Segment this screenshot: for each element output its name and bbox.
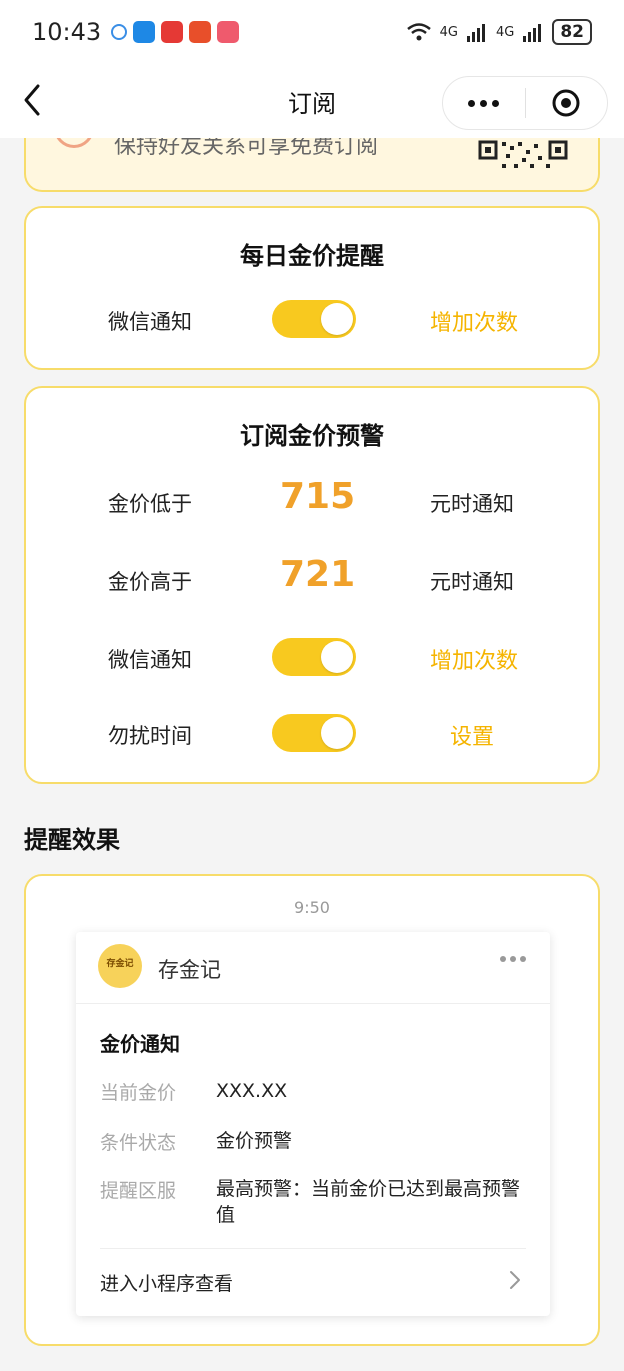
status-right: 4G 4G 82 bbox=[406, 19, 592, 45]
message-row-key: 条件状态 bbox=[100, 1132, 177, 1154]
daily-wechat-toggle[interactable] bbox=[272, 300, 356, 338]
message-time: 9:50 bbox=[294, 898, 330, 917]
message-row-value: 最高预警：当前金价已达到最高预警值 bbox=[216, 1178, 521, 1226]
promo-banner[interactable]: 保持好友关系可享免费订阅 bbox=[24, 138, 600, 192]
network-label-1: 4G bbox=[439, 24, 458, 40]
message-brand: 存金记 bbox=[158, 958, 221, 982]
dot-icon bbox=[468, 99, 476, 107]
toggle-knob bbox=[321, 641, 353, 673]
signal-icon bbox=[466, 24, 485, 42]
message-more-icon[interactable] bbox=[500, 956, 526, 962]
avatar: 存金记 bbox=[98, 944, 142, 988]
signal-icon-2 bbox=[523, 24, 542, 42]
alert-wechat-row: 微信通知 增加次数 bbox=[26, 634, 598, 684]
high-price-suffix: 元时通知 bbox=[430, 570, 514, 594]
daily-increase-button[interactable]: 增加次数 bbox=[430, 305, 518, 337]
daily-reminder-card: 每日金价提醒 微信通知 增加次数 bbox=[24, 206, 600, 370]
high-price-row: 金价高于 721 元时通知 bbox=[26, 554, 598, 606]
close-miniprogram-button[interactable] bbox=[526, 88, 608, 118]
message-row-value: XXX.XX bbox=[216, 1080, 288, 1102]
price-alert-card: 订阅金价预警 金价低于 715 元时通知 金价高于 721 元时通知 微信通知 … bbox=[24, 386, 600, 784]
effect-preview-card: 9:50 存金记 存金记 金价通知 当前金价 XXX.XX 条件状态 金价预警 … bbox=[24, 874, 600, 1346]
alert-increase-button[interactable]: 增加次数 bbox=[430, 643, 518, 675]
dot-icon bbox=[500, 956, 506, 962]
message-row-key: 提醒区服 bbox=[100, 1180, 177, 1202]
app-icon-red bbox=[161, 21, 184, 43]
price-alert-title: 订阅金价预警 bbox=[240, 422, 384, 450]
target-icon bbox=[552, 89, 580, 117]
high-price-value[interactable]: 721 bbox=[280, 554, 355, 595]
open-miniprogram-label: 进入小程序查看 bbox=[100, 1273, 234, 1295]
message-header: 存金记 存金记 bbox=[76, 932, 550, 1004]
nav-bar: 订阅 bbox=[0, 64, 624, 138]
wifi-icon bbox=[406, 23, 431, 41]
avatar-label: 存金记 bbox=[106, 959, 134, 969]
app-icon-blue bbox=[133, 21, 156, 43]
promo-badge-icon bbox=[54, 138, 94, 148]
app-icon-game bbox=[217, 21, 240, 43]
dnd-row: 勿扰时间 设置 bbox=[26, 710, 598, 760]
dnd-settings-button[interactable]: 设置 bbox=[450, 719, 494, 751]
promo-text: 保持好友关系可享免费订阅 bbox=[114, 138, 379, 159]
dnd-toggle[interactable] bbox=[272, 714, 356, 752]
chevron-right-icon bbox=[510, 1271, 520, 1289]
status-bar: 10:43 4G 4G 82 bbox=[0, 0, 624, 64]
qr-code-icon bbox=[478, 140, 568, 168]
dnd-label: 勿扰时间 bbox=[108, 724, 192, 748]
network-label-2: 4G bbox=[495, 24, 515, 40]
toggle-knob bbox=[321, 303, 353, 335]
low-price-label: 金价低于 bbox=[108, 492, 192, 516]
open-miniprogram-link[interactable]: 进入小程序查看 bbox=[100, 1248, 526, 1316]
dot-icon bbox=[510, 956, 516, 962]
dot-icon bbox=[520, 956, 526, 962]
dot-icon bbox=[480, 99, 488, 107]
app-icon-taobao bbox=[189, 21, 212, 43]
low-price-row: 金价低于 715 元时通知 bbox=[26, 476, 598, 528]
daily-wechat-row: 微信通知 增加次数 bbox=[26, 296, 598, 346]
more-options-button[interactable] bbox=[443, 99, 525, 107]
daily-reminder-title: 每日金价提醒 bbox=[240, 242, 384, 270]
status-time: 10:43 bbox=[32, 18, 102, 46]
toggle-knob bbox=[321, 717, 353, 749]
message-card: 存金记 存金记 金价通知 当前金价 XXX.XX 条件状态 金价预警 提醒区服 … bbox=[76, 932, 550, 1316]
dot-icon bbox=[492, 99, 500, 107]
low-price-value[interactable]: 715 bbox=[280, 476, 355, 517]
page-title: 订阅 bbox=[288, 89, 336, 118]
daily-wechat-label: 微信通知 bbox=[108, 310, 192, 334]
low-price-suffix: 元时通知 bbox=[430, 492, 514, 516]
alert-wechat-toggle[interactable] bbox=[272, 638, 356, 676]
status-app-icons bbox=[111, 21, 240, 43]
effect-heading: 提醒效果 bbox=[24, 826, 120, 854]
message-title: 金价通知 bbox=[100, 1032, 180, 1056]
high-price-label: 金价高于 bbox=[108, 570, 192, 594]
message-row-key: 当前金价 bbox=[100, 1082, 177, 1104]
sync-icon bbox=[111, 24, 128, 40]
message-row-value: 金价预警 bbox=[216, 1130, 293, 1152]
battery-indicator: 82 bbox=[552, 19, 592, 45]
alert-wechat-label: 微信通知 bbox=[108, 648, 192, 672]
back-arrow-icon[interactable] bbox=[18, 82, 48, 118]
miniprogram-capsule bbox=[442, 76, 608, 130]
